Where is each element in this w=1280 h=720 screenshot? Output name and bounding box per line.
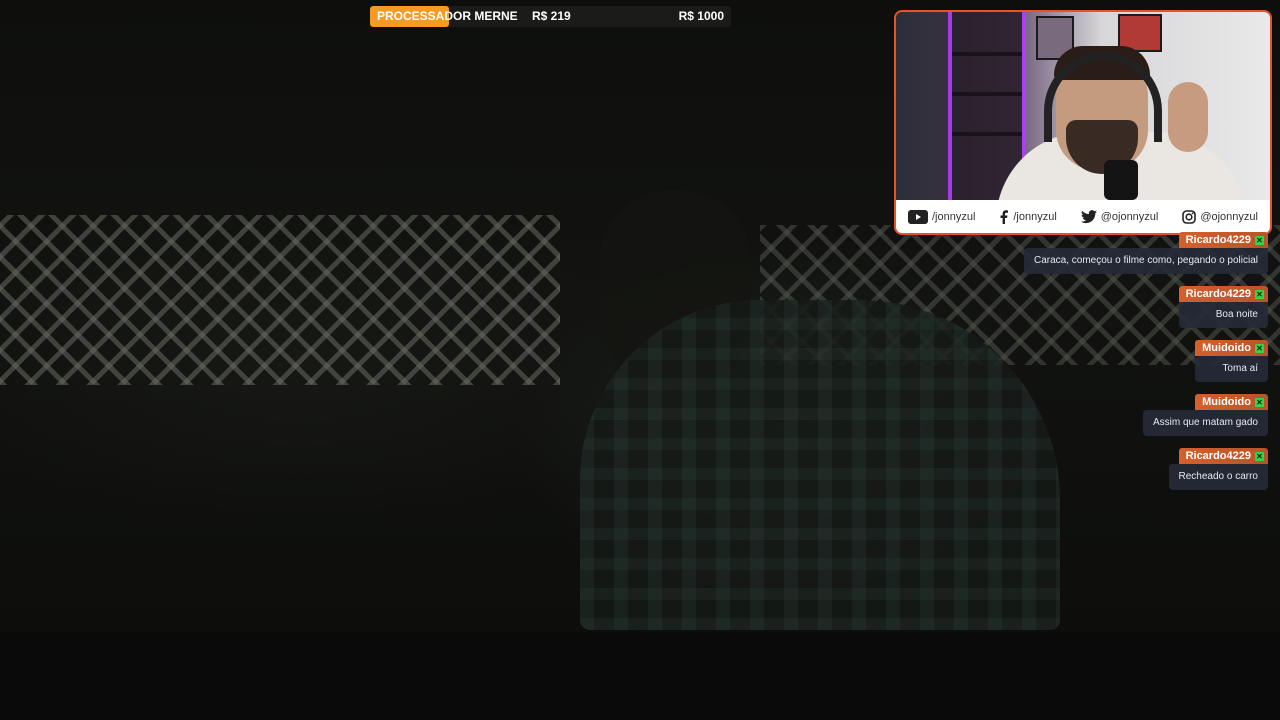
chat-username-text: Muidoido	[1202, 342, 1251, 354]
chat-username-text: Ricardo4229	[1185, 450, 1251, 462]
youtube-icon	[907, 209, 928, 224]
chat-username: Ricardo4229 ✕	[1178, 448, 1268, 464]
twitter-icon	[1080, 209, 1097, 223]
webcam-overlay: /jonnyzul /jonnyzul @ojonnyzul @ojonnyzu…	[894, 10, 1272, 235]
social-handle: @ojonnyzul	[1200, 210, 1258, 223]
chat-text: Toma aí	[1195, 356, 1268, 382]
facebook-icon	[1000, 209, 1009, 224]
social-handle: /jonnyzul	[931, 210, 976, 223]
goal-target: R$ 1000	[678, 9, 724, 23]
chat-username: Muidoido ✕	[1195, 340, 1268, 356]
verified-badge-icon: ✕	[1255, 397, 1264, 407]
shelf-row	[952, 92, 1022, 96]
chat-message: Ricardo4229 ✕ Recheado o carro	[1168, 446, 1268, 490]
shelf-row	[952, 52, 1022, 56]
shelf-row	[952, 132, 1022, 136]
chat-username: Muidoido ✕	[1195, 394, 1268, 410]
chat-message: Muidoido ✕ Toma aí	[1195, 338, 1268, 382]
microphone	[1104, 160, 1138, 200]
webcam-background	[896, 12, 1270, 222]
streamer-hand	[1168, 82, 1208, 152]
social-handle: /jonnyzul	[1013, 210, 1057, 223]
social-youtube: /jonnyzul	[907, 209, 976, 224]
donation-goal-bar: PROCESSADOR MERNE R$ 219 R$ 1000	[370, 6, 731, 27]
chat-username-text: Ricardo4229	[1185, 234, 1251, 246]
chat-text: Caraca, começou o filme como, pegando o …	[1023, 248, 1268, 274]
chat-message: Ricardo4229 ✕ Boa noite	[1178, 284, 1268, 328]
chat-text: Boa noite	[1178, 302, 1268, 328]
lattice-fence-left	[0, 215, 560, 385]
chat-username: Ricardo4229 ✕	[1178, 286, 1268, 302]
figure-plaid-shirt	[580, 300, 1060, 630]
social-twitter: @ojonnyzul	[1080, 209, 1159, 224]
goal-label: PROCESSADOR MERNE	[377, 9, 518, 23]
social-bar: /jonnyzul /jonnyzul @ojonnyzul @ojonnyzu…	[896, 200, 1270, 233]
chat-text: Recheado o carro	[1168, 464, 1268, 490]
goal-current: R$ 219	[532, 9, 571, 23]
social-handle: @ojonnyzul	[1100, 210, 1159, 223]
chat-message: Muidoido ✕ Assim que matam gado	[1142, 392, 1268, 436]
letterbox-bar	[0, 632, 1280, 720]
social-facebook: /jonnyzul	[999, 209, 1057, 224]
social-instagram: @ojonnyzul	[1182, 209, 1258, 224]
verified-badge-icon: ✕	[1255, 235, 1264, 245]
chat-username-text: Ricardo4229	[1185, 288, 1251, 300]
chat-username-text: Muidoido	[1202, 396, 1251, 408]
instagram-icon	[1182, 209, 1197, 224]
chat-username: Ricardo4229 ✕	[1178, 232, 1268, 248]
chat-message: Ricardo4229 ✕ Caraca, começou o filme com…	[1023, 230, 1268, 274]
verified-badge-icon: ✕	[1255, 451, 1264, 461]
verified-badge-icon: ✕	[1255, 343, 1264, 353]
chat-text: Assim que matam gado	[1142, 410, 1268, 436]
verified-badge-icon: ✕	[1255, 289, 1264, 299]
